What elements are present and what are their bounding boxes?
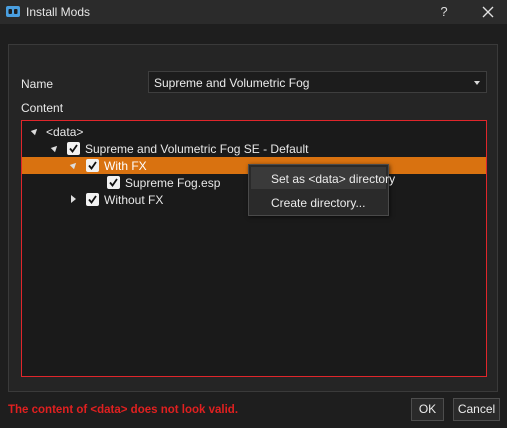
checkbox[interactable] bbox=[107, 176, 120, 189]
checkbox[interactable] bbox=[86, 159, 99, 172]
menu-item-create-directory[interactable]: Create directory... bbox=[251, 191, 386, 213]
checkbox[interactable] bbox=[86, 193, 99, 206]
checkmark-icon bbox=[109, 178, 118, 187]
menu-item-label: Set as <data> directory bbox=[271, 172, 396, 186]
tree-item-label: Supreme Fog.esp bbox=[125, 176, 221, 190]
checkbox[interactable] bbox=[67, 142, 80, 155]
expand-arrow-icon[interactable] bbox=[50, 143, 60, 153]
checkmark-icon bbox=[88, 161, 97, 170]
expand-arrow-icon[interactable] bbox=[30, 126, 40, 136]
tree-item-label: Without FX bbox=[104, 193, 164, 207]
expand-arrow-icon[interactable] bbox=[69, 160, 79, 170]
tree-item-data-root[interactable]: <data> bbox=[22, 123, 486, 140]
name-combobox[interactable]: Supreme and Volumetric Fog bbox=[148, 71, 487, 93]
tree-item-label: With FX bbox=[104, 159, 147, 173]
content-tree[interactable]: <data> Supreme and Volumetric Fog SE - D… bbox=[21, 120, 487, 377]
window-title: Install Mods bbox=[26, 5, 91, 19]
title-bar: Install Mods ? bbox=[0, 0, 507, 24]
tree-item-label: <data> bbox=[46, 125, 84, 139]
validation-error-message: The content of <data> does not look vali… bbox=[8, 404, 239, 416]
close-button[interactable] bbox=[476, 2, 500, 22]
name-combobox-value: Supreme and Volumetric Fog bbox=[154, 76, 310, 90]
ok-button[interactable]: OK bbox=[411, 398, 444, 421]
help-button[interactable]: ? bbox=[433, 2, 455, 22]
checkmark-icon bbox=[69, 144, 78, 153]
collapse-arrow-icon[interactable] bbox=[71, 195, 76, 203]
tree-item-label: Supreme and Volumetric Fog SE - Default bbox=[85, 142, 309, 156]
tree-item-mod-root[interactable]: Supreme and Volumetric Fog SE - Default bbox=[22, 140, 486, 157]
content-label: Content bbox=[21, 101, 64, 115]
chevron-down-icon bbox=[474, 81, 480, 85]
name-label: Name bbox=[21, 77, 54, 91]
checkmark-icon bbox=[88, 195, 97, 204]
app-logo-icon bbox=[6, 6, 20, 17]
menu-item-label: Create directory... bbox=[271, 196, 366, 210]
context-menu: Set as <data> directory Create directory… bbox=[248, 164, 395, 216]
close-icon bbox=[482, 6, 494, 18]
menu-item-set-data-directory[interactable]: Set as <data> directory bbox=[251, 167, 395, 189]
content-panel: Name Supreme and Volumetric Fog Content … bbox=[8, 44, 498, 392]
cancel-button[interactable]: Cancel bbox=[453, 398, 500, 421]
